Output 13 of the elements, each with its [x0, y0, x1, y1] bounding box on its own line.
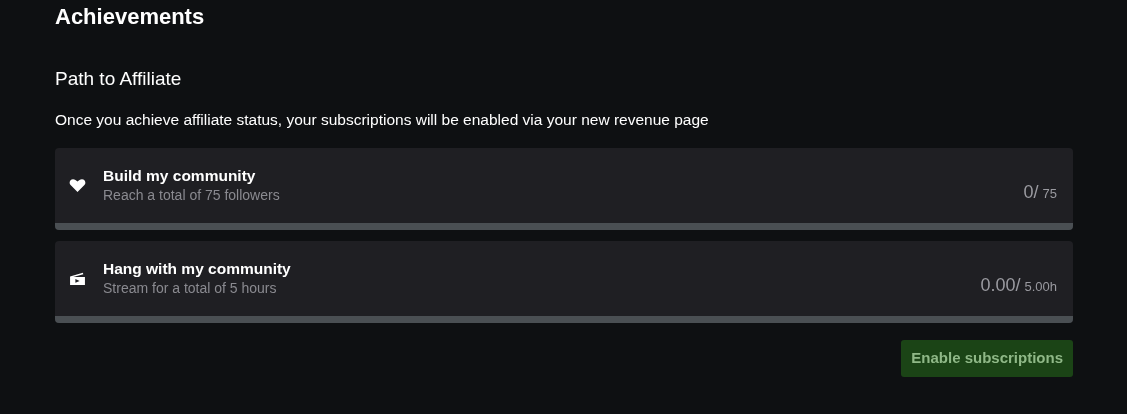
progress-target: 75: [1042, 185, 1057, 203]
section-title: Path to Affiliate: [55, 67, 183, 91]
goal-title: Build my community: [103, 166, 257, 186]
progress-value: 0/: [1023, 181, 1039, 204]
progress-value: 0.00/: [980, 274, 1021, 297]
page-title: Achievements: [55, 3, 206, 31]
camera-icon: [69, 270, 86, 287]
heart-icon: [69, 177, 86, 194]
goal-subtitle: Stream for a total of 5 hours: [103, 279, 278, 298]
progress-target: 5.00h: [1024, 278, 1057, 296]
description: Once you achieve affiliate status, your subscriptions will be enabled via your new revenue page: [55, 110, 710, 130]
goal-title: Hang with my community: [103, 259, 292, 279]
goal-subtitle: Reach a total of 75 followers: [103, 186, 281, 205]
